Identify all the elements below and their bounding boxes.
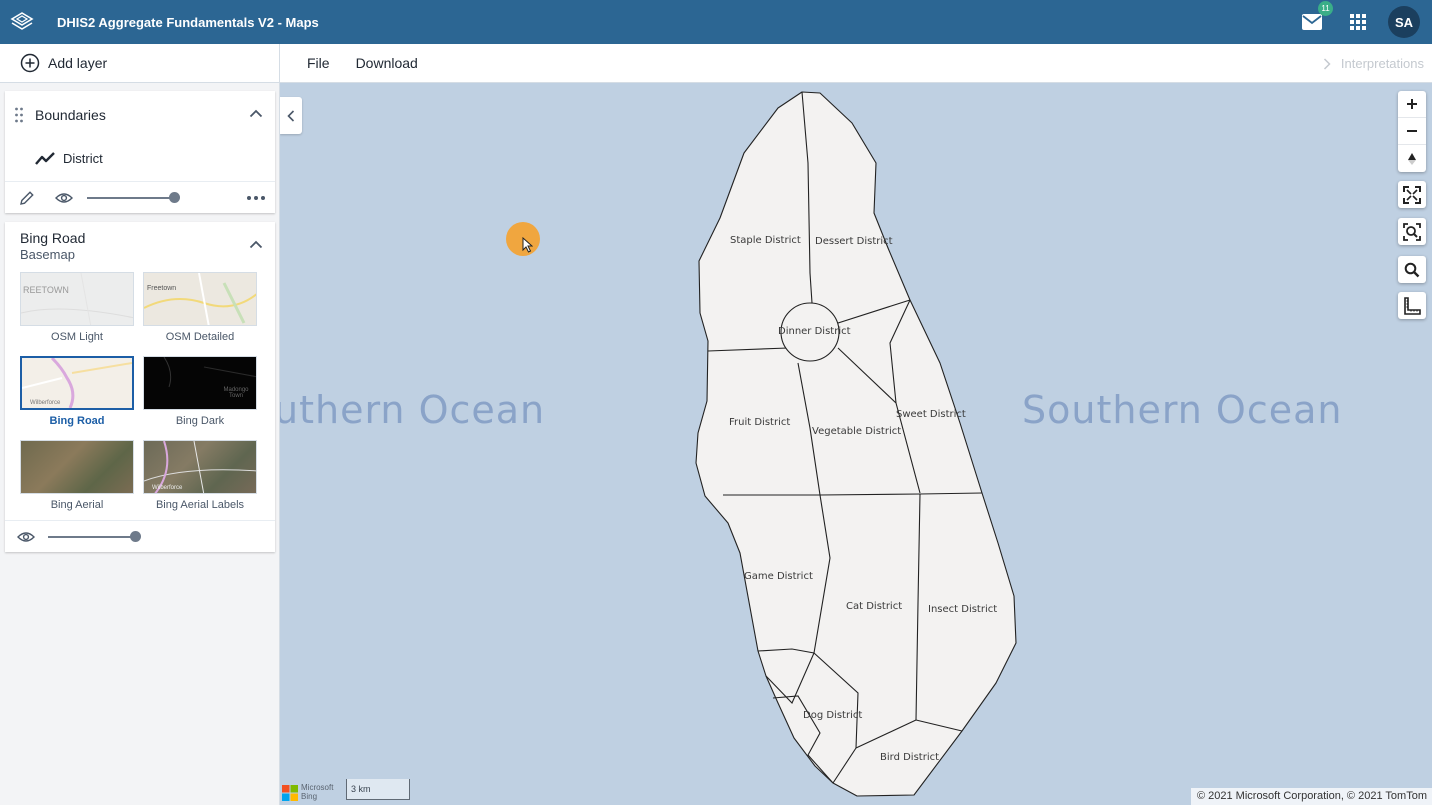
app-title: DHIS2 Aggregate Fundamentals V2 - Maps	[57, 14, 319, 30]
zoom-controls	[1398, 91, 1426, 172]
district-label: Dessert District	[815, 236, 893, 247]
district-label: Insect District	[928, 604, 997, 615]
fullscreen-icon	[1403, 185, 1421, 204]
scale-bar: 3 km	[346, 779, 410, 800]
mouse-pointer-icon	[522, 237, 533, 253]
basemap-thumbnail	[20, 440, 134, 494]
opacity-slider-handle[interactable]	[169, 191, 180, 203]
collapse-panel-button[interactable]	[280, 97, 302, 134]
basemap-option-bing-aerial[interactable]: Bing Aerial	[20, 440, 134, 511]
opacity-slider[interactable]	[48, 531, 141, 542]
basemap-option-bing-aerial-labels[interactable]: Wilberforce Bing Aerial Labels	[143, 440, 257, 511]
user-avatar[interactable]: SA	[1388, 6, 1420, 38]
district-label: Vegetable District	[812, 426, 901, 437]
line-chart-icon	[35, 151, 55, 165]
basemap-thumbnail: Madongo Town	[143, 356, 257, 410]
more-options-icon[interactable]	[247, 190, 265, 206]
layers-panel: Boundaries District Bing Road Basemap RE…	[0, 83, 280, 805]
basemap-thumbnail: Freetown	[143, 272, 257, 326]
basemap-option-bing-road[interactable]: Wilberforce Bing Road	[20, 356, 134, 427]
basemap-option-osm-detailed[interactable]: Freetown OSM Detailed	[143, 272, 257, 343]
basemap-option-bing-dark[interactable]: Madongo Town Bing Dark	[143, 356, 257, 427]
microsoft-logo-icon	[282, 785, 298, 801]
district-label: Staple District	[730, 235, 801, 246]
island-outline	[695, 91, 1017, 797]
chevron-right-icon	[1323, 57, 1331, 70]
boundaries-layer-title: Boundaries	[35, 107, 106, 123]
measure-button[interactable]	[1398, 292, 1426, 319]
zoom-out-button[interactable]	[1398, 118, 1426, 145]
edit-pencil-icon[interactable]	[18, 189, 36, 207]
fullscreen-control	[1398, 181, 1426, 208]
interpretations-toggle[interactable]: Interpretations	[1323, 44, 1424, 83]
search-icon	[1404, 262, 1420, 277]
district-label: Dog District	[803, 710, 862, 721]
search-button[interactable]	[1398, 256, 1426, 283]
district-boundaries: Staple District Dessert District Dinner …	[695, 91, 1017, 797]
basemap-thumbnail: REETOWN	[20, 272, 134, 326]
district-label: Dinner District	[778, 326, 851, 337]
district-label: Bird District	[880, 752, 939, 763]
add-circle-icon	[20, 53, 40, 73]
app-header: DHIS2 Aggregate Fundamentals V2 - Maps 1…	[0, 0, 1432, 44]
basemap-subtitle: Basemap	[20, 247, 75, 262]
chevron-up-icon[interactable]	[247, 236, 265, 254]
dhis2-logo-icon[interactable]	[0, 0, 44, 44]
add-layer-label: Add layer	[48, 55, 108, 71]
map-toolbar: Add layer File Download Interpretations	[0, 43, 1432, 83]
district-label: Fruit District	[729, 417, 790, 428]
map-attribution: © 2021 Microsoft Corporation, © 2021 Tom…	[1190, 788, 1432, 805]
fullscreen-button[interactable]	[1398, 181, 1426, 208]
chevron-left-icon	[287, 109, 295, 122]
ruler-icon	[1404, 296, 1421, 315]
fit-bounds-button[interactable]	[1398, 218, 1426, 245]
visibility-eye-icon[interactable]	[17, 528, 35, 546]
compass-icon	[1408, 152, 1416, 165]
bing-brand-text: Microsoft Bing	[301, 783, 334, 801]
boundaries-layer-card: Boundaries District	[5, 91, 275, 213]
file-menu[interactable]: File	[307, 55, 330, 71]
district-label: Game District	[744, 571, 813, 582]
mail-icon[interactable]: 11	[1300, 1, 1333, 34]
mail-badge: 11	[1318, 1, 1333, 16]
bing-logo: Microsoft Bing	[282, 783, 333, 801]
zoom-in-button[interactable]	[1398, 91, 1426, 118]
map-canvas[interactable]: uthern Ocean Southern Ocean Staple Distr…	[280, 83, 1432, 805]
drag-handle-icon[interactable]	[14, 107, 24, 123]
reset-bearing-button[interactable]	[1398, 145, 1426, 172]
basemap-layer-card: Bing Road Basemap REETOWN OSM Light Free…	[5, 222, 275, 552]
district-label: Sweet District	[896, 409, 966, 420]
basemap-thumbnail: Wilberforce	[143, 440, 257, 494]
measure-control	[1398, 292, 1426, 319]
apps-grid-icon[interactable]	[1346, 10, 1370, 34]
interpretations-label: Interpretations	[1340, 56, 1424, 71]
basemap-title: Bing Road	[20, 230, 86, 246]
basemap-layer-toolbar	[5, 520, 275, 552]
legend-item-label: District	[63, 151, 103, 166]
legend-item-district: District	[35, 151, 103, 166]
fit-bounds-control	[1398, 218, 1426, 245]
district-label: Cat District	[846, 601, 902, 612]
opacity-slider[interactable]	[87, 191, 180, 203]
chevron-up-icon[interactable]	[247, 105, 265, 123]
basemap-thumbnail: Wilberforce	[20, 356, 134, 410]
zoom-to-content-icon	[1403, 222, 1421, 241]
minus-icon	[1407, 130, 1417, 132]
visibility-eye-icon[interactable]	[55, 189, 73, 207]
opacity-slider-handle[interactable]	[130, 531, 141, 542]
boundaries-layer-toolbar	[5, 181, 275, 213]
plus-icon	[1407, 99, 1417, 109]
add-layer-button[interactable]: Add layer	[0, 43, 280, 83]
search-control	[1398, 256, 1426, 283]
download-menu[interactable]: Download	[356, 55, 418, 71]
basemap-option-osm-light[interactable]: REETOWN OSM Light	[20, 272, 134, 343]
